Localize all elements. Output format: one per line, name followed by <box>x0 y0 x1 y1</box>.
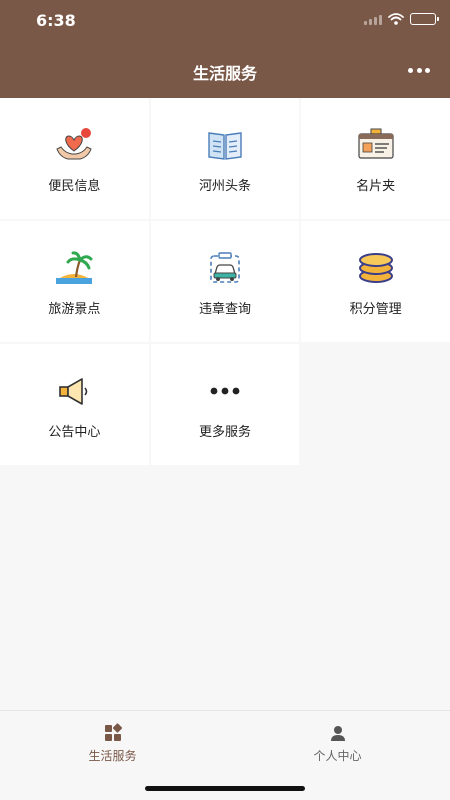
service-label: 河州头条 <box>198 179 251 194</box>
service-item-headlines[interactable]: 河州头条 <box>150 98 300 219</box>
service-item-announcements[interactable]: 公告中心 <box>0 344 149 465</box>
tab-label: 个人中心 <box>313 749 362 763</box>
battery-icon <box>410 13 439 25</box>
service-label: 便民信息 <box>48 179 101 194</box>
service-label: 名片夹 <box>356 179 396 194</box>
id-card-icon <box>358 128 394 159</box>
signal-icon <box>364 14 382 25</box>
person-icon <box>330 726 345 741</box>
heart-hands-icon <box>56 128 92 160</box>
app-header: 6:38 生活服务 <box>0 0 450 98</box>
grid-icon <box>104 723 122 741</box>
megaphone-icon <box>59 378 88 405</box>
more-dots-icon <box>210 387 240 395</box>
car-icon <box>210 252 240 283</box>
service-label: 违章查询 <box>198 302 251 317</box>
service-label: 公告中心 <box>48 425 101 440</box>
tab-label: 生活服务 <box>88 749 137 763</box>
coin-stack-icon <box>358 253 393 283</box>
palm-island-icon <box>56 251 93 284</box>
wifi-icon <box>388 13 404 25</box>
service-item-more[interactable]: 更多服务 <box>150 344 300 465</box>
services-grid: 便民信息 河州头条 名片夹 旅游景点 违章查询 积分管理 公告中心 更多服务 <box>0 98 450 467</box>
service-label: 积分管理 <box>349 302 402 317</box>
status-time: 6:38 <box>36 11 76 30</box>
page-title: 生活服务 <box>192 64 257 83</box>
service-item-points[interactable]: 积分管理 <box>301 221 450 342</box>
service-label: 更多服务 <box>198 425 251 440</box>
home-indicator <box>145 786 305 791</box>
more-menu-button[interactable] <box>408 62 430 78</box>
service-item-convenience[interactable]: 便民信息 <box>0 98 149 219</box>
service-item-violation-query[interactable]: 违章查询 <box>150 221 300 342</box>
open-book-icon <box>208 132 242 160</box>
service-label: 旅游景点 <box>48 302 101 317</box>
status-icons <box>364 13 439 25</box>
service-item-business-cards[interactable]: 名片夹 <box>301 98 450 219</box>
service-item-tourism[interactable]: 旅游景点 <box>0 221 149 342</box>
